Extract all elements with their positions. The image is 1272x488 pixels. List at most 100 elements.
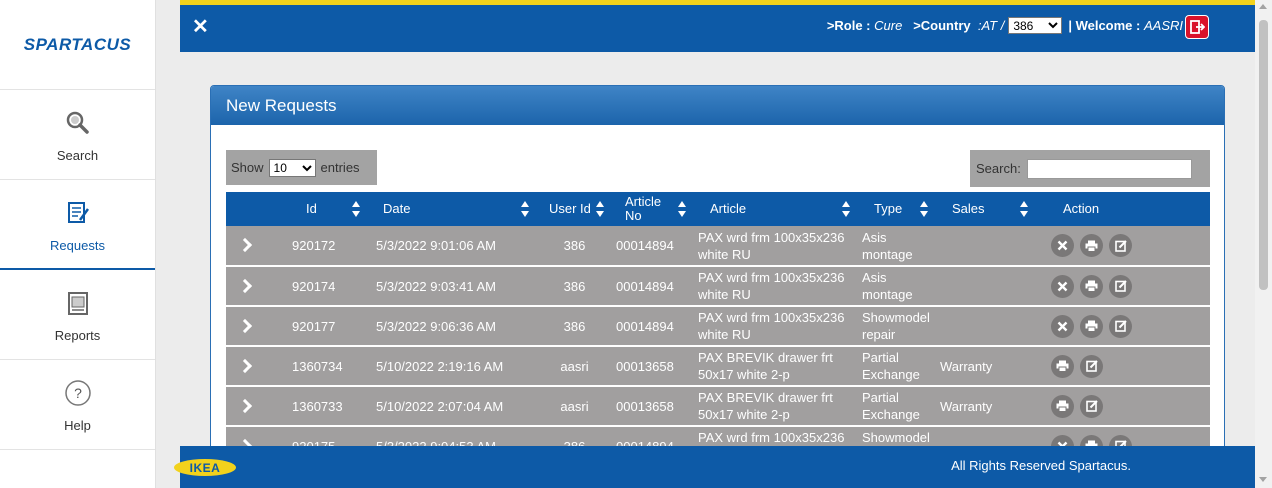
cancel-icon[interactable] [1051, 274, 1074, 298]
sidebar-item-help[interactable]: ? Help [0, 360, 155, 450]
chevron-right-icon[interactable] [237, 278, 253, 293]
cell-article-no: 00014894 [616, 238, 674, 253]
cell-sales: Warranty [940, 358, 993, 374]
copyright-text: All Rights Reserved Spartacus. [951, 458, 1131, 473]
cancel-icon[interactable] [1051, 314, 1074, 338]
country-value: :AT / [977, 18, 1005, 33]
cell-id: 1360733 [292, 398, 343, 414]
col-action: Action [1063, 201, 1100, 216]
cell-article: PAX BREVIK drawer frt 50x17 white 2-p [698, 350, 833, 382]
sidebar-item-label: Help [64, 418, 91, 433]
cell-action [1036, 386, 1210, 426]
cell-article-no: 00014894 [616, 318, 674, 334]
sort-icon[interactable] [596, 201, 604, 217]
cell-action [1036, 266, 1210, 306]
search-icon [65, 106, 91, 140]
top-header: ✕ >Role : Cure >Country :AT / 386 | Welc… [180, 0, 1255, 52]
col-article[interactable]: Article [694, 192, 858, 226]
col-article-no[interactable]: Article No [612, 192, 694, 226]
table-row[interactable]: 1360734 5/10/2022 2:19:16 AM aasri 00013658… [226, 346, 1210, 386]
chevron-right-icon[interactable] [237, 358, 253, 373]
sort-icon[interactable] [920, 201, 928, 217]
col-id[interactable]: Id [284, 192, 368, 226]
chevron-right-icon[interactable] [237, 398, 253, 413]
svg-text:?: ? [74, 385, 82, 401]
brand-name: SPARTACUS [23, 34, 132, 54]
cell-type: Partial Exchange [862, 390, 920, 422]
expand-cell[interactable] [226, 306, 284, 346]
print-icon[interactable] [1051, 394, 1074, 418]
expand-cell[interactable] [226, 346, 284, 386]
cell-user-id: 386 [563, 318, 586, 334]
cell-type: Asis montage [862, 270, 913, 302]
cell-user-id: 386 [563, 278, 586, 294]
col-date[interactable]: Date [368, 192, 537, 226]
user-info: >Role : Cure >Country :AT / 386 | Welcom… [827, 17, 1183, 34]
cell-id: 920174 [292, 278, 336, 294]
scroll-thumb[interactable] [1259, 20, 1268, 290]
sort-icon[interactable] [842, 201, 850, 217]
store-select[interactable]: 386 [1008, 17, 1063, 34]
table-row[interactable]: 1360733 5/10/2022 2:07:04 AM aasri 00013658… [226, 386, 1210, 426]
sidebar-item-requests[interactable]: Requests [0, 180, 155, 270]
chevron-right-icon[interactable] [237, 237, 253, 253]
sidebar-item-search[interactable]: Search [0, 90, 155, 180]
requests-table: Id Date User Id Article No Article Type … [226, 192, 1210, 454]
cell-user-id: aasri [560, 398, 589, 414]
entries-label: entries [320, 160, 360, 175]
close-icon[interactable]: ✕ [192, 14, 209, 39]
table-row[interactable]: 920172 5/3/2022 9:01:06 AM 386 00014894 PAX … [226, 226, 1210, 266]
edit-icon[interactable] [1080, 394, 1103, 418]
chevron-right-icon[interactable] [237, 318, 253, 333]
sort-icon[interactable] [1020, 201, 1028, 217]
welcome-label: | Welcome : [1068, 18, 1141, 33]
scroll-up-icon[interactable] [1259, 4, 1267, 9]
entries-select[interactable]: 10 [268, 158, 316, 177]
sidebar-item-reports[interactable]: Reports [0, 270, 155, 360]
sort-icon[interactable] [352, 201, 360, 217]
scroll-down-icon[interactable] [1259, 477, 1267, 482]
table-row[interactable]: 920174 5/3/2022 9:03:41 AM 386 00014894 PAX … [226, 266, 1210, 306]
cell-date: 5/3/2022 9:06:36 AM [376, 318, 496, 334]
table-body: 920172 5/3/2022 9:01:06 AM 386 00014894 PAX … [226, 226, 1210, 454]
table-row[interactable]: 920177 5/3/2022 9:06:36 AM 386 00014894 PAX … [226, 306, 1210, 346]
cell-user-id: 386 [563, 238, 586, 253]
cell-id: 1360734 [292, 358, 343, 374]
logout-button[interactable] [1185, 15, 1209, 39]
expand-cell[interactable] [226, 226, 284, 266]
edit-icon[interactable] [1109, 234, 1132, 257]
expand-cell[interactable] [226, 386, 284, 426]
edit-icon[interactable] [1080, 354, 1103, 378]
cancel-icon[interactable] [1051, 234, 1074, 257]
cell-article-no: 00013658 [616, 358, 674, 374]
sidebar-item-label: Requests [50, 237, 105, 253]
cell-action [1036, 306, 1210, 346]
search-input[interactable] [1026, 158, 1192, 179]
sidebar-item-label: Search [56, 148, 99, 163]
col-user-id[interactable]: User Id [537, 192, 612, 226]
footer: IKEA All Rights Reserved Spartacus. [174, 446, 1255, 488]
cell-action [1036, 226, 1210, 266]
col-type[interactable]: Type [858, 192, 936, 226]
reports-icon [65, 286, 91, 320]
print-icon[interactable] [1051, 354, 1074, 378]
cell-article: PAX wrd frm 100x35x236 white RU [698, 310, 845, 342]
brand-logo[interactable]: SPARTACUS [0, 0, 155, 90]
cell-sales [936, 266, 1036, 306]
cell-id: 920172 [292, 238, 336, 253]
edit-icon[interactable] [1109, 274, 1132, 298]
sort-icon[interactable] [678, 201, 686, 217]
print-icon[interactable] [1080, 234, 1103, 257]
print-icon[interactable] [1080, 274, 1103, 298]
requests-icon [65, 196, 91, 230]
sort-icon[interactable] [521, 201, 529, 217]
welcome-user: AASRI [1143, 18, 1183, 33]
expand-cell[interactable] [226, 266, 284, 306]
col-sales[interactable]: Sales [936, 192, 1036, 226]
print-icon[interactable] [1080, 314, 1103, 338]
cell-user-id: aasri [560, 358, 589, 374]
edit-icon[interactable] [1109, 314, 1132, 338]
cell-article-no: 00014894 [616, 278, 674, 294]
cell-sales [936, 226, 1036, 266]
page-scrollbar[interactable] [1255, 0, 1272, 488]
